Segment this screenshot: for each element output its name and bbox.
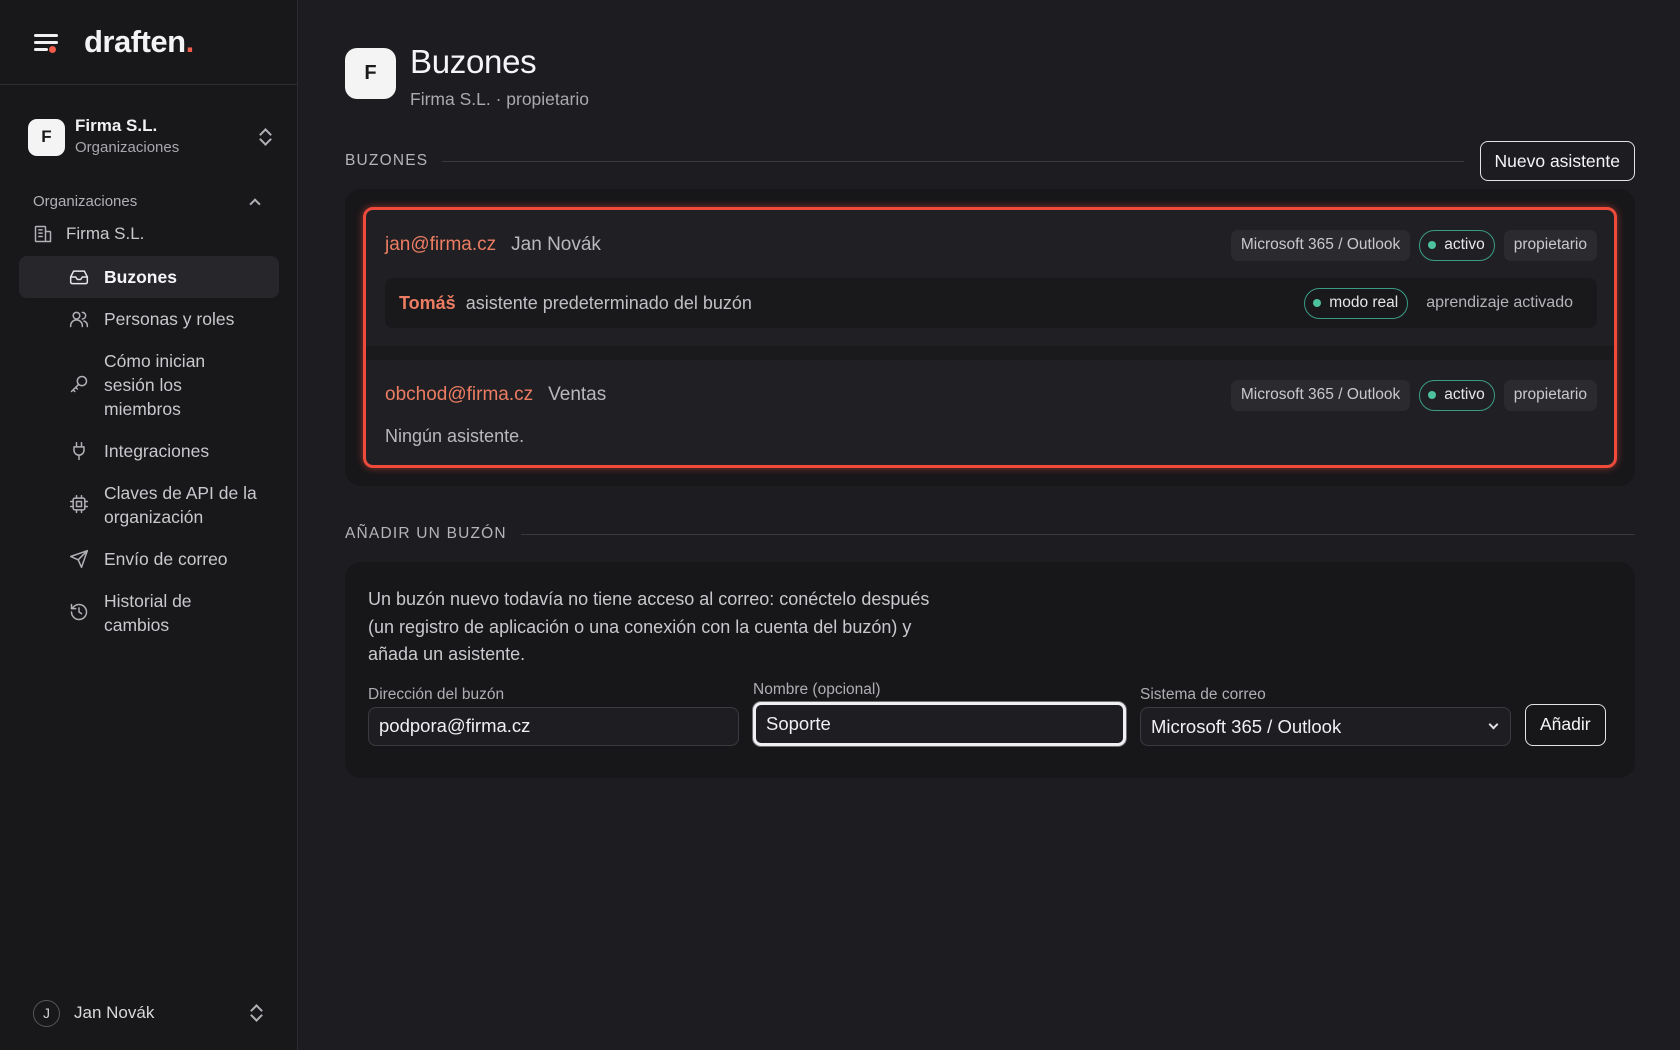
chevron-up-down-icon [249, 1003, 263, 1023]
page-header: F Buzones Firma S.L. · propietario [345, 43, 1635, 110]
org-switcher[interactable]: F Firma S.L. Organizaciones [28, 115, 272, 159]
user-name: Jan Novák [74, 1003, 155, 1022]
divider [442, 160, 1464, 162]
mailbox-email[interactable]: obchod@firma.cz [385, 384, 533, 406]
mailbox-card[interactable]: obchod@firma.cz Ventas Microsoft 365 / O… [366, 346, 1614, 465]
inbox-icon [69, 267, 89, 287]
status-dot [1428, 391, 1437, 399]
provider-badge: Microsoft 365 / Outlook [1230, 229, 1411, 261]
new-assistant-button[interactable]: Nuevo asistente [1479, 141, 1635, 181]
history-icon [69, 602, 89, 622]
page-subtitle: Firma S.L. · propietario [410, 89, 589, 109]
name-input[interactable] [753, 701, 1126, 746]
key-icon [69, 374, 89, 394]
assistant-name[interactable]: Tomáš [399, 293, 456, 314]
sidebar-section-organizations[interactable]: Organizaciones [33, 193, 263, 210]
org-avatar: F [28, 118, 65, 156]
sidebar-item-label: Envío de correo [104, 549, 228, 569]
add-mailbox-panel: Un buzón nuevo todavía no tiene acceso a… [345, 562, 1635, 778]
section-title: BUZONES [345, 152, 429, 169]
add-mailbox-section-header: AÑADIR UN BUZÓN [345, 514, 1635, 554]
chevron-up-down-icon [258, 127, 272, 147]
sidebar-nav: Buzones Personas y roles Cómo inician se… [0, 256, 297, 646]
sidebar-item-mailboxes[interactable]: Buzones [19, 256, 279, 298]
name-field-group: Nombre (opcional) [753, 681, 1126, 746]
org-switcher-subtitle: Organizaciones [75, 139, 180, 156]
building-icon [33, 224, 53, 244]
chip-icon [69, 494, 89, 514]
status-badge: activo [1419, 379, 1495, 411]
mailboxes-section-header: BUZONES Nuevo asistente [345, 141, 1635, 181]
add-mailbox-form: Dirección del buzón Nombre (opcional) Si… [368, 681, 1612, 746]
assistant-description: asistente predeterminado del buzón [465, 292, 752, 313]
address-field-group: Dirección del buzón [368, 686, 739, 746]
sidebar-item-change-history[interactable]: Historial de cambios [19, 580, 279, 646]
assistant-row[interactable]: Tomáš asistente predeterminado del buzón… [385, 278, 1597, 328]
main-content: F Buzones Firma S.L. · propietario BUZON… [345, 0, 1635, 778]
sidebar-header: draften. [0, 0, 297, 85]
status-dot [1313, 299, 1322, 307]
chevron-up-icon [249, 197, 261, 210]
system-label: Sistema de correo [1140, 685, 1266, 703]
sidebar-item-mail-sending[interactable]: Envío de correo [19, 538, 279, 580]
name-label: Nombre (opcional) [753, 680, 881, 698]
sidebar-item-label: Claves de API de la organización [104, 483, 257, 527]
users-icon [69, 309, 89, 329]
role-badge: propietario [1503, 229, 1597, 261]
mailbox-name: Ventas [548, 384, 607, 405]
avatar: J [33, 999, 60, 1027]
sidebar-item-label: Personas y roles [104, 309, 235, 329]
status-badge: activo [1419, 229, 1495, 261]
divider [520, 533, 1635, 535]
sidebar-org-firma[interactable]: Firma S.L. [33, 224, 297, 244]
sidebar-section-label: Organizaciones [33, 193, 138, 210]
send-icon [69, 549, 89, 569]
add-mailbox-description: Un buzón nuevo todavía no tiene acceso a… [368, 589, 930, 664]
sidebar-item-api-keys[interactable]: Claves de API de la organización [19, 472, 279, 538]
mode-badge: modo real [1304, 287, 1409, 319]
sidebar-item-label: Historial de cambios [104, 591, 192, 635]
mailbox-email[interactable]: jan@firma.cz [385, 234, 496, 256]
learning-status: aprendizaje activado [1426, 294, 1573, 311]
sidebar-item-sign-in[interactable]: Cómo inician sesión los miembros [19, 340, 279, 430]
org-switcher-name: Firma S.L. [75, 116, 158, 135]
sidebar-org-label: Firma S.L. [66, 224, 145, 243]
sidebar-item-label: Cómo inician sesión los miembros [104, 351, 206, 419]
plug-icon [69, 441, 89, 461]
address-input[interactable] [368, 706, 739, 746]
menu-icon[interactable] [32, 29, 62, 55]
page-title: Buzones [410, 43, 537, 80]
sidebar-item-label: Integraciones [104, 441, 210, 461]
mailboxes-panel: jan@firma.cz Jan Novák Microsoft 365 / O… [345, 189, 1635, 486]
sidebar-item-label: Buzones [104, 267, 177, 287]
role-badge: propietario [1503, 379, 1597, 411]
page-avatar: F [345, 48, 396, 99]
system-field-group: Sistema de correo Microsoft 365 / Outloo… [1140, 686, 1511, 746]
section-title: AÑADIR UN BUZÓN [345, 525, 507, 542]
user-menu[interactable]: J Jan Novák [33, 998, 263, 1028]
status-dot [1428, 241, 1437, 249]
mailbox-card[interactable]: jan@firma.cz Jan Novák Microsoft 365 / O… [366, 210, 1614, 346]
mail-system-select[interactable]: Microsoft 365 / Outlook [1140, 706, 1511, 746]
provider-badge: Microsoft 365 / Outlook [1230, 379, 1411, 411]
add-button[interactable]: Añadir [1525, 703, 1606, 746]
no-assistant-text: Ningún asistente. [385, 426, 525, 446]
sidebar: draften. F Firma S.L. Organizaciones Org… [0, 0, 298, 1050]
mailbox-name: Jan Novák [511, 234, 601, 255]
mailbox-list: jan@firma.cz Jan Novák Microsoft 365 / O… [363, 207, 1617, 468]
sidebar-item-integrations[interactable]: Integraciones [19, 430, 279, 472]
app-logo[interactable]: draften. [84, 24, 194, 60]
sidebar-item-people-roles[interactable]: Personas y roles [19, 298, 279, 340]
address-label: Dirección del buzón [368, 685, 505, 703]
